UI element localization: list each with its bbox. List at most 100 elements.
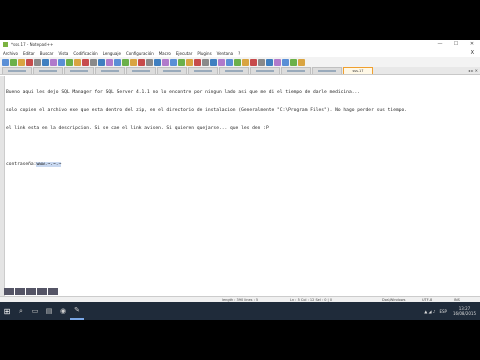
menu-item[interactable]: Ventana: [217, 51, 233, 56]
title-bar: *sss.17 - Notepad++ — ☐ ✕: [0, 40, 480, 49]
menu-item[interactable]: Editar: [23, 51, 35, 56]
toolbar-button[interactable]: [258, 58, 265, 66]
toolbar-button[interactable]: [122, 58, 129, 66]
thumbnail[interactable]: [48, 288, 58, 295]
toolbar-button[interactable]: [282, 58, 289, 66]
thumbnail[interactable]: [15, 288, 25, 295]
toolbar-button[interactable]: [98, 58, 105, 66]
toolbar-button[interactable]: [210, 58, 217, 66]
tab-active[interactable]: sss.17: [343, 67, 373, 74]
tab-label-blurred: [318, 70, 336, 72]
toolbar-button[interactable]: [170, 58, 177, 66]
tab-label-blurred: [287, 70, 305, 72]
tab[interactable]: [126, 67, 156, 74]
tab-label-blurred: [194, 70, 212, 72]
toolbar-button[interactable]: [202, 58, 209, 66]
toolbar-button[interactable]: [234, 58, 241, 66]
toolbar-button[interactable]: [266, 58, 273, 66]
thumbnail[interactable]: [37, 288, 47, 295]
windows-icon[interactable]: ⊞: [0, 302, 14, 320]
toolbar-button[interactable]: [90, 58, 97, 66]
menu-item[interactable]: Archivo: [3, 51, 18, 56]
editor-text[interactable]: Bueno aqui les dejo SQL Manager for SQL …: [6, 78, 407, 180]
menu-close-button[interactable]: X: [471, 50, 474, 56]
toolbar-button[interactable]: [42, 58, 49, 66]
tab[interactable]: [281, 67, 311, 74]
menu-item[interactable]: Codificación: [73, 51, 97, 56]
toolbar-button[interactable]: [194, 58, 201, 66]
explorer-icon[interactable]: ▤: [42, 302, 56, 320]
toolbar-button[interactable]: [250, 58, 257, 66]
network-icon[interactable]: ▲ ◢ ♪: [424, 309, 435, 314]
text-line[interactable]: solo copien el archivo exe que esta dent…: [6, 108, 407, 114]
editor[interactable]: Bueno aqui les dejo SQL Manager for SQL …: [0, 76, 480, 320]
toolbar-button[interactable]: [26, 58, 33, 66]
close-button[interactable]: ✕: [464, 40, 480, 49]
toolbar-button[interactable]: [186, 58, 193, 66]
search-icon[interactable]: ⌕: [14, 302, 28, 320]
toolbar-button[interactable]: [10, 58, 17, 66]
menu-bar: Archivo Editar Buscar Vista Codificación Leng…: [0, 49, 480, 57]
text-line-password[interactable]: contraseña:www.~.~.~: [6, 162, 407, 168]
text-line[interactable]: el link esta en la descripcion. Si se ca…: [6, 126, 407, 132]
tab[interactable]: [157, 67, 187, 74]
menu-item[interactable]: Lenguaje: [103, 51, 121, 56]
tab[interactable]: [312, 67, 342, 74]
tab-label-blurred: [225, 70, 243, 72]
toolbar-button[interactable]: [178, 58, 185, 66]
toolbar-button[interactable]: [106, 58, 113, 66]
tab[interactable]: [188, 67, 218, 74]
tab[interactable]: [2, 67, 32, 74]
tab[interactable]: [64, 67, 94, 74]
toolbar-button[interactable]: [274, 58, 281, 66]
tab-bar: sss.17 ◂ ▸ ✕: [0, 67, 480, 75]
menu-item[interactable]: Macro: [159, 51, 171, 56]
thumbnail[interactable]: [26, 288, 36, 295]
toolbar-button[interactable]: [154, 58, 161, 66]
tab[interactable]: [95, 67, 125, 74]
tray-language[interactable]: ESP: [439, 309, 446, 314]
toolbar-button[interactable]: [18, 58, 25, 66]
text-line[interactable]: Bueno aqui les dejo SQL Manager for SQL …: [6, 90, 407, 96]
toolbar-button[interactable]: [130, 58, 137, 66]
notepadpp-icon: [3, 42, 8, 47]
toolbar-button[interactable]: [146, 58, 153, 66]
menu-item[interactable]: ?: [238, 51, 240, 56]
toolbar-button[interactable]: [242, 58, 249, 66]
minimize-button[interactable]: —: [432, 40, 448, 49]
toolbar-button[interactable]: [82, 58, 89, 66]
menu-item[interactable]: Ejecutar: [176, 51, 193, 56]
menu-item[interactable]: Configuración: [126, 51, 154, 56]
menu-item[interactable]: Vista: [58, 51, 68, 56]
toolbar-button[interactable]: [66, 58, 73, 66]
window-title: *sss.17 - Notepad++: [11, 42, 54, 47]
maximize-button[interactable]: ☐: [448, 40, 464, 49]
thumbnail[interactable]: [4, 288, 14, 295]
tab-nav-buttons[interactable]: ◂ ▸ ✕: [468, 68, 478, 73]
tab[interactable]: [250, 67, 280, 74]
text-line[interactable]: [6, 144, 407, 150]
menu-item[interactable]: Plugins: [197, 51, 211, 56]
toolbar-button[interactable]: [298, 58, 305, 66]
toolbar-button[interactable]: [226, 58, 233, 66]
clock-date: 16/08/2015: [452, 311, 476, 316]
task-view-icon[interactable]: ▭: [28, 302, 42, 320]
password-value[interactable]: www.~.~.~: [36, 162, 62, 167]
clock[interactable]: 13:27 16/08/2015: [453, 306, 476, 316]
toolbar-button[interactable]: [162, 58, 169, 66]
toolbar-button[interactable]: [290, 58, 297, 66]
toolbar-button[interactable]: [58, 58, 65, 66]
menu-item[interactable]: Buscar: [40, 51, 54, 56]
toolbar-button[interactable]: [138, 58, 145, 66]
tab-label-blurred: [70, 70, 88, 72]
toolbar-button[interactable]: [218, 58, 225, 66]
tab[interactable]: [219, 67, 249, 74]
toolbar-button[interactable]: [50, 58, 57, 66]
toolbar-button[interactable]: [74, 58, 81, 66]
toolbar-button[interactable]: [34, 58, 41, 66]
tab[interactable]: [33, 67, 63, 74]
toolbar-button[interactable]: [2, 58, 9, 66]
browser-icon[interactable]: ◉: [56, 302, 70, 320]
notepadpp-icon[interactable]: ✎: [70, 302, 84, 320]
toolbar-button[interactable]: [114, 58, 121, 66]
